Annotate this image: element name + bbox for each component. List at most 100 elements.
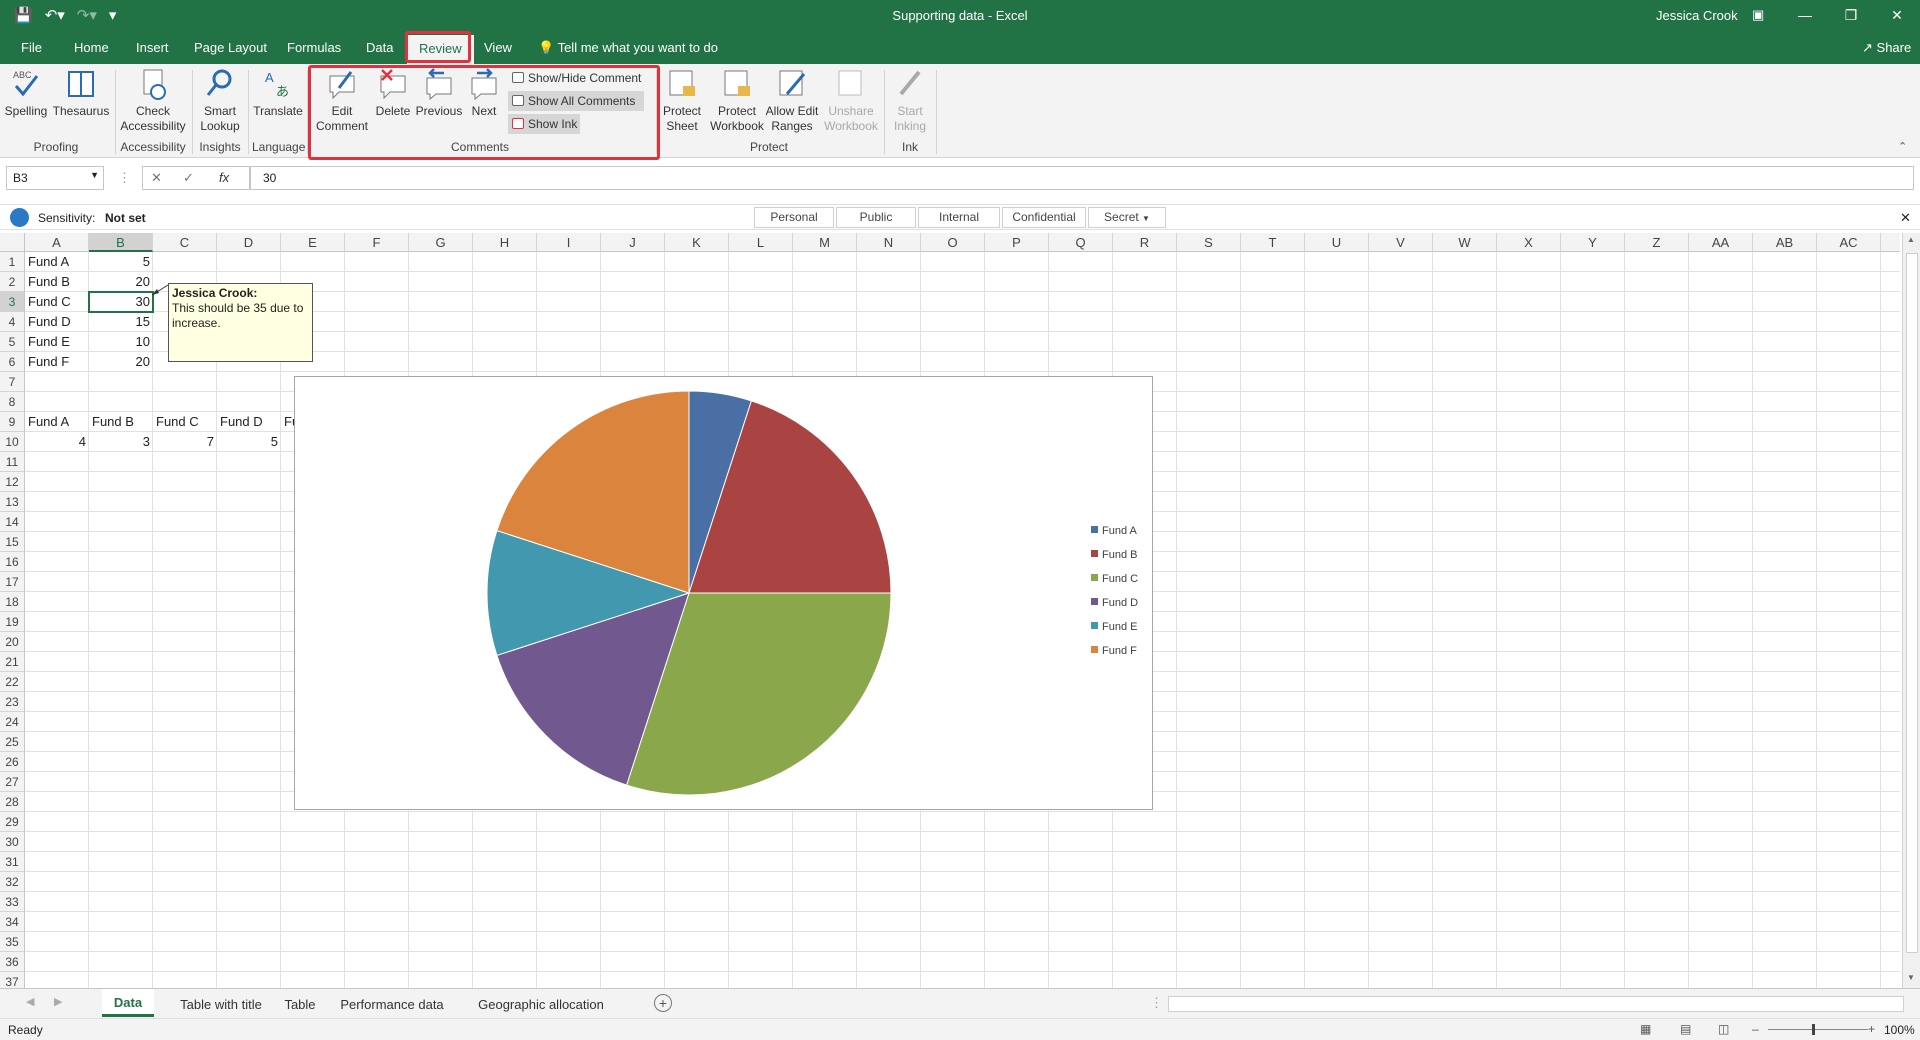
- zoom-out-icon[interactable]: –: [1752, 1022, 1759, 1036]
- column-header-i[interactable]: I: [537, 233, 601, 252]
- protect-workbook-button[interactable]: Protect Workbook: [706, 68, 768, 134]
- row-header-2[interactable]: 2: [0, 272, 25, 292]
- row-header-7[interactable]: 7: [0, 372, 25, 392]
- column-header-ac[interactable]: AC: [1817, 233, 1881, 252]
- start-inking-button[interactable]: Start Inking: [888, 68, 932, 134]
- column-header-v[interactable]: V: [1369, 233, 1433, 252]
- ribbon-display-options-icon[interactable]: ▣: [1752, 7, 1764, 23]
- row-header-21[interactable]: 21: [0, 652, 25, 672]
- column-header-ab[interactable]: AB: [1753, 233, 1817, 252]
- chevron-down-icon[interactable]: ▼: [90, 170, 99, 180]
- sensitivity-internal-button[interactable]: Internal: [918, 207, 1000, 228]
- protect-sheet-button[interactable]: Protect Sheet: [658, 68, 706, 134]
- horizontal-scrollbar[interactable]: [1168, 996, 1904, 1012]
- comment-box[interactable]: Jessica Crook: This should be 35 due to …: [168, 283, 313, 362]
- column-header-t[interactable]: T: [1241, 233, 1305, 252]
- column-header-w[interactable]: W: [1433, 233, 1497, 252]
- share-button[interactable]: ↗ Share: [1862, 40, 1911, 56]
- tab-splitter-icon[interactable]: ⋮: [1150, 995, 1163, 1011]
- formula-input[interactable]: 30: [250, 166, 1914, 190]
- column-header-c[interactable]: C: [153, 233, 217, 252]
- cell-a3[interactable]: Fund C: [25, 292, 89, 312]
- row-header-23[interactable]: 23: [0, 692, 25, 712]
- column-header-j[interactable]: J: [601, 233, 665, 252]
- previous-comment-button[interactable]: Previous: [414, 68, 464, 119]
- allow-edit-ranges-button[interactable]: Allow Edit Ranges: [760, 68, 824, 134]
- sheet-tab-data[interactable]: Data: [102, 989, 154, 1017]
- thesaurus-button[interactable]: Thesaurus: [52, 68, 110, 119]
- cell-a10[interactable]: 4: [25, 432, 89, 452]
- row-header-32[interactable]: 32: [0, 872, 25, 892]
- active-cell-selection[interactable]: [88, 291, 154, 313]
- page-break-view-icon[interactable]: ◫: [1718, 1022, 1729, 1036]
- cell-b1[interactable]: 5: [89, 252, 153, 272]
- cell-d10[interactable]: 5: [217, 432, 281, 452]
- scroll-up-icon[interactable]: ▲: [1907, 235, 1915, 244]
- row-header-8[interactable]: 8: [0, 392, 25, 412]
- check-accessibility-button[interactable]: Check Accessibility: [118, 68, 188, 134]
- show-hide-comment-button[interactable]: Show/Hide Comment: [508, 68, 644, 88]
- column-header-u[interactable]: U: [1305, 233, 1369, 252]
- legend-item-fund-b[interactable]: Fund B: [1091, 549, 1137, 561]
- column-header-b[interactable]: B: [89, 233, 153, 252]
- column-header-m[interactable]: M: [793, 233, 857, 252]
- unshare-workbook-button[interactable]: Unshare Workbook: [822, 68, 880, 134]
- spelling-button[interactable]: ABC Spelling: [4, 68, 48, 119]
- show-ink-button[interactable]: Show Ink: [508, 114, 580, 134]
- tab-view[interactable]: View: [484, 40, 512, 55]
- column-header-p[interactable]: P: [985, 233, 1049, 252]
- name-box[interactable]: B3 ▼: [6, 166, 104, 190]
- row-header-24[interactable]: 24: [0, 712, 25, 732]
- row-header-3[interactable]: 3: [0, 292, 25, 312]
- enter-icon[interactable]: ✓: [183, 170, 194, 186]
- tab-file[interactable]: File: [21, 40, 42, 55]
- row-header-27[interactable]: 27: [0, 772, 25, 792]
- row-header-9[interactable]: 9: [0, 412, 25, 432]
- row-header-20[interactable]: 20: [0, 632, 25, 652]
- translate-button[interactable]: Aあ Translate: [252, 68, 304, 119]
- cell-a4[interactable]: Fund D: [25, 312, 89, 332]
- close-sensitivity-bar-icon[interactable]: ✕: [1900, 210, 1911, 226]
- row-header-17[interactable]: 17: [0, 572, 25, 592]
- add-sheet-icon[interactable]: +: [654, 994, 672, 1012]
- column-header-o[interactable]: O: [921, 233, 985, 252]
- column-header-a[interactable]: A: [25, 233, 89, 252]
- insert-function-button[interactable]: fx: [219, 170, 229, 185]
- normal-view-icon[interactable]: ▦: [1640, 1022, 1651, 1036]
- sensitivity-secret-dropdown[interactable]: Secret ▼: [1088, 207, 1166, 228]
- column-header-aa[interactable]: AA: [1689, 233, 1753, 252]
- row-header-12[interactable]: 12: [0, 472, 25, 492]
- vertical-scroll-thumb[interactable]: [1906, 253, 1918, 953]
- zoom-slider-thumb[interactable]: [1812, 1024, 1815, 1035]
- cell-d9[interactable]: Fund D: [217, 412, 281, 432]
- row-header-5[interactable]: 5: [0, 332, 25, 352]
- cell-c10[interactable]: 7: [153, 432, 217, 452]
- tab-data[interactable]: Data: [366, 40, 393, 55]
- pie-chart[interactable]: Fund A Fund B Fund C Fund D Fund E Fund F: [294, 376, 1153, 810]
- column-header-q[interactable]: Q: [1049, 233, 1113, 252]
- show-all-comments-button[interactable]: Show All Comments: [508, 91, 644, 111]
- row-header-14[interactable]: 14: [0, 512, 25, 532]
- column-header-f[interactable]: F: [345, 233, 409, 252]
- select-all-corner[interactable]: [0, 233, 25, 252]
- cell-a9[interactable]: Fund A: [25, 412, 89, 432]
- collapse-ribbon-icon[interactable]: ⌃: [1898, 140, 1907, 153]
- cell-a5[interactable]: Fund E: [25, 332, 89, 352]
- sensitivity-personal-button[interactable]: Personal: [754, 207, 834, 228]
- sheet-tab-performance-data[interactable]: Performance data: [330, 994, 454, 1016]
- cell-c9[interactable]: Fund C: [153, 412, 217, 432]
- cell-a1[interactable]: Fund A: [25, 252, 89, 272]
- restore-button[interactable]: ❐: [1828, 0, 1874, 33]
- delete-comment-button[interactable]: Delete: [372, 68, 414, 119]
- row-header-15[interactable]: 15: [0, 532, 25, 552]
- cell-b5[interactable]: 10: [89, 332, 153, 352]
- legend-item-fund-f[interactable]: Fund F: [1091, 645, 1137, 657]
- row-header-33[interactable]: 33: [0, 892, 25, 912]
- column-header-r[interactable]: R: [1113, 233, 1177, 252]
- row-header-31[interactable]: 31: [0, 852, 25, 872]
- cell-b4[interactable]: 15: [89, 312, 153, 332]
- row-header-29[interactable]: 29: [0, 812, 25, 832]
- row-header-28[interactable]: 28: [0, 792, 25, 812]
- row-header-18[interactable]: 18: [0, 592, 25, 612]
- zoom-level[interactable]: 100%: [1884, 1023, 1915, 1037]
